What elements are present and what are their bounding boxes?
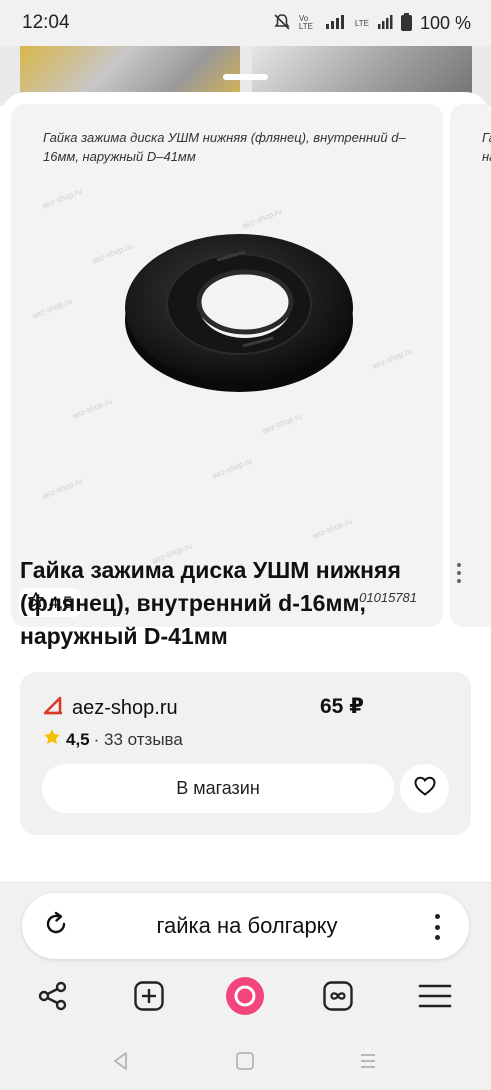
watermark: aez-shop.ru [40,186,84,211]
recent-apps-icon [358,1051,378,1076]
back-button[interactable] [107,1049,135,1077]
offer-price: 65 ₽ [320,695,364,718]
recent-apps-button[interactable] [354,1049,382,1077]
watermark: aez-shop.ru [370,346,414,371]
more-options-button[interactable] [446,560,472,586]
search-bar[interactable]: гайка на болгарку [22,893,469,959]
star-filled-icon [42,727,62,752]
product-title: Гайка зажима диска УШМ нижняя (флянец), … [20,557,401,649]
next-photo-peek[interactable]: Га на [450,104,491,627]
shop-review-count: · 33 отзыва [93,729,183,749]
shop-rating-value: 4,5 [66,729,90,749]
refresh-icon [42,910,70,943]
dot-icon [457,579,461,583]
lte-label: LTE [354,18,369,28]
share-icon [37,980,69,1017]
battery-level: 100 % [419,12,471,33]
refresh-button[interactable] [40,910,72,942]
back-icon [112,1051,130,1076]
product-photo[interactable]: Гайка зажима диска УШМ нижняя (флянец), … [11,104,443,627]
hamburger-menu-icon [418,981,452,1016]
photo-caption: Гайка зажима диска УШМ нижняя (флянец), … [43,130,406,164]
tabs-button[interactable] [316,976,360,1020]
favorite-button[interactable] [400,764,449,813]
dot-icon [434,924,440,930]
main-menu-button[interactable] [413,976,457,1020]
dot-icon [434,935,440,940]
search-more-button[interactable] [432,914,442,940]
sheet-grab-handle[interactable] [223,74,268,80]
signal-icon [325,14,347,33]
status-bar: 12:04 Vo LTE LTE 100 % [0,0,491,46]
bottom-browser-area: гайка на болгарку [0,883,491,1090]
dot-icon [457,571,461,575]
watermark: aez-shop.ru [40,476,84,501]
watermark: aez-shop.ru [30,296,74,321]
signal-icon-2 [377,14,393,33]
dot-icon [434,914,440,919]
offer-card: aez-shop.ru 65 ₽ 4,5 · 33 отзыва В магаз… [20,672,471,835]
home-icon [235,1051,255,1076]
alice-assistant-button[interactable] [223,976,267,1020]
search-query[interactable]: гайка на болгарку [82,893,412,959]
watermark: aez-shop.ru [70,396,114,421]
shop-rating: 4,5 · 33 отзыва [42,727,183,752]
new-tab-icon [133,980,165,1017]
watermark: aez-shop.ru [310,516,354,541]
share-button[interactable] [31,976,75,1020]
go-to-shop-button[interactable]: В магазин [42,764,394,813]
tabs-icon [322,980,354,1017]
watermark: aez-shop.ru [210,456,254,481]
peek-caption: Га на [482,130,491,164]
status-indicators: Vo LTE LTE 100 % [273,12,471,34]
home-button[interactable] [231,1049,259,1077]
volte-icon: Vo LTE [298,14,313,31]
shop-name: aez-shop.ru [72,696,178,719]
mute-icon [273,13,291,34]
battery-icon [400,12,412,34]
status-time: 12:04 [22,12,70,33]
heart-icon [413,774,437,803]
dot-icon [457,563,461,567]
washer-image [125,234,353,392]
alice-icon [225,976,265,1021]
browser-toolbar [0,976,491,1020]
shop-logo-icon [42,694,64,722]
shop-row[interactable]: aez-shop.ru [42,694,178,722]
system-navigation-bar [0,1043,491,1083]
new-tab-button[interactable] [127,976,171,1020]
watermark: aez-shop.ru [260,411,304,436]
